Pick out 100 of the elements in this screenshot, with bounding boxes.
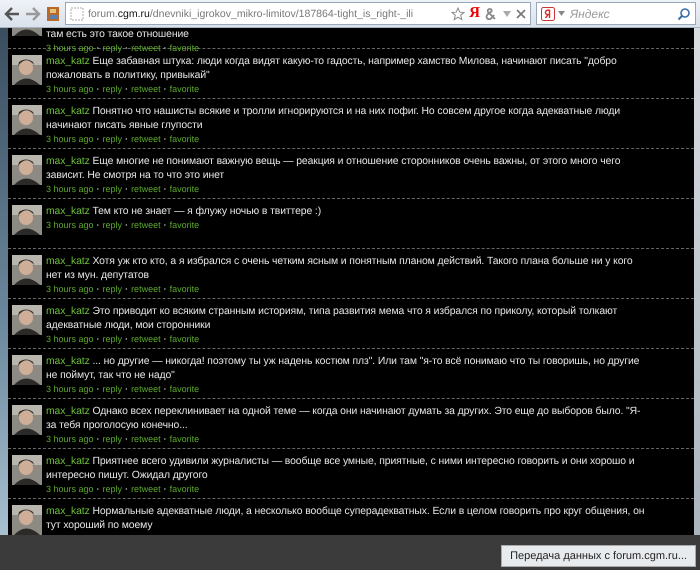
search-icon[interactable] — [677, 6, 691, 20]
avatar — [12, 355, 42, 385]
book-icon[interactable] — [46, 6, 60, 22]
username-link[interactable]: max_katz — [46, 506, 90, 517]
action-link[interactable]: retweet — [131, 484, 161, 494]
timestamp-link[interactable]: 3 hours ago — [46, 184, 94, 194]
separator-dot: · — [164, 220, 167, 230]
avatar — [12, 55, 42, 85]
separator-dot: · — [125, 434, 128, 444]
username-link[interactable]: max_katz — [46, 56, 90, 67]
action-link[interactable]: favorite — [170, 434, 200, 444]
ampersand-icon[interactable] — [484, 6, 498, 20]
separator-dot: · — [96, 220, 100, 230]
avatar — [12, 455, 42, 485]
address-field[interactable]: forum.cgm.ru/dnevniki_igrokov_mikro-limitov/187864-tight_is_right-_ili Я — [65, 2, 531, 25]
action-link[interactable]: reply — [102, 484, 122, 494]
action-link[interactable]: reply — [102, 334, 122, 344]
yandex-logo-icon — [541, 6, 555, 20]
action-link[interactable]: favorite — [170, 134, 200, 144]
username-link[interactable]: max_katz — [46, 106, 90, 117]
separator-dot: · — [125, 220, 128, 230]
separator-dot: · — [96, 84, 100, 94]
tweet-text: max_katz Еще забавная штука: люди когда видят какую-то гадость, например хамство Милова, начинают писать "добро пожаловать в политику, привыкай" — [46, 55, 617, 83]
action-link[interactable]: retweet — [131, 334, 161, 344]
close-icon[interactable] — [516, 8, 526, 18]
separator-dot: · — [125, 384, 128, 394]
action-link[interactable]: reply — [102, 284, 122, 294]
action-link[interactable]: favorite — [170, 484, 200, 494]
action-link[interactable]: reply — [102, 220, 122, 230]
yandex-button[interactable]: Я — [469, 5, 480, 22]
username-link[interactable]: max_katz — [46, 306, 90, 317]
action-link[interactable]: favorite — [170, 43, 200, 53]
tweet-text: max_katz Приятнее всего удивили журналисты — вообще все умные, приятные, с ними интересно говорить и они хорошо и интересно пишут. Ожидал другого — [46, 455, 634, 483]
action-link[interactable]: favorite — [170, 284, 200, 294]
page-icon — [70, 6, 84, 20]
timestamp-link[interactable]: 3 hours ago — [46, 484, 94, 494]
action-link[interactable]: retweet — [131, 284, 161, 294]
action-link[interactable]: retweet — [131, 434, 161, 444]
separator-dot: · — [125, 84, 128, 94]
action-link[interactable]: favorite — [170, 384, 200, 394]
timestamp-link[interactable]: 3 hours ago — [46, 84, 94, 94]
action-link[interactable]: reply — [102, 434, 122, 444]
separator-dot: · — [96, 134, 100, 144]
separator-dot: · — [164, 184, 167, 194]
avatar — [12, 155, 42, 185]
tweet-text: max_katz Еще многие не понимают важную вещь — реакция и отношение сторонников очень важны, от этого много чего зависит. Не смотря на то что это инет — [46, 155, 620, 183]
separator-dot: · — [125, 284, 128, 294]
action-link[interactable]: retweet — [131, 220, 161, 230]
action-link[interactable]: retweet — [131, 134, 161, 144]
separator-dot: · — [164, 284, 167, 294]
username-link[interactable]: max_katz — [46, 206, 90, 217]
action-link[interactable]: retweet — [131, 184, 161, 194]
action-link[interactable]: reply — [102, 184, 122, 194]
avatar — [12, 405, 42, 435]
star-icon[interactable] — [451, 6, 466, 20]
action-link[interactable]: retweet — [131, 384, 161, 394]
tweet-text: max_katz Это приводит ко всяким странным историям, типа развития мема что я избрался по приколу, который толкают адекватные люди, мои сторонники — [46, 305, 618, 333]
timestamp-link[interactable]: 3 hours ago — [46, 334, 94, 344]
username-link[interactable]: max_katz — [46, 256, 90, 267]
timestamp-link[interactable]: 3 hours ago — [46, 43, 94, 53]
action-link[interactable]: favorite — [170, 334, 200, 344]
username-link[interactable]: max_katz — [46, 406, 90, 417]
tweet-text: max_katz ... но другие — никогда! поэтому ты уж надень костюм плз". Или там "я-то всё понимаю что ты говоришь, но другие не поймут, так что не надо" — [46, 355, 640, 383]
avatar — [12, 205, 42, 235]
action-link[interactable]: retweet — [131, 84, 161, 94]
avatar — [12, 105, 42, 135]
separator-dot: · — [125, 184, 128, 194]
separator-dot: · — [125, 134, 128, 144]
action-link[interactable]: favorite — [170, 220, 200, 230]
action-link[interactable]: retweet — [131, 43, 161, 53]
separator-dot: · — [125, 43, 128, 53]
separator-dot: · — [96, 43, 100, 53]
separator-dot: · — [164, 334, 167, 344]
action-link[interactable]: reply — [102, 43, 122, 53]
back-icon[interactable] — [4, 6, 20, 20]
username-link[interactable]: max_katz — [46, 156, 90, 167]
timestamp-link[interactable]: 3 hours ago — [46, 284, 94, 294]
separator-dot: · — [164, 134, 167, 144]
action-link[interactable]: reply — [102, 84, 122, 94]
username-link[interactable]: max_katz — [46, 356, 90, 367]
separator-dot: · — [96, 334, 100, 344]
dropdown-icon[interactable] — [502, 10, 512, 18]
username-link[interactable]: max_katz — [46, 456, 90, 467]
tweet-text: max_katz Понятно что нашисты всякие и тролли игнорируются и на них пофиг. Но совсем другое когда адекватные люди начинают писать явные глупости — [46, 105, 620, 133]
forward-icon[interactable] — [25, 6, 41, 20]
action-link[interactable]: favorite — [170, 84, 200, 94]
timestamp-link[interactable]: 3 hours ago — [46, 134, 94, 144]
separator-dot: · — [164, 84, 167, 94]
action-link[interactable]: reply — [102, 384, 122, 394]
avatar — [12, 505, 42, 535]
timestamp-link[interactable]: 3 hours ago — [46, 384, 94, 394]
tweet-text: там есть это такое отношение — [46, 28, 190, 42]
separator-dot: · — [164, 434, 167, 444]
action-link[interactable]: favorite — [170, 184, 200, 194]
tweet-text: max_katz Однако всех переклинивает на одной теме — когда они начинают думать за других. Это еще до выборов было. "Я- за тебя проголосую конечно... — [46, 405, 640, 433]
dropdown-icon[interactable] — [558, 11, 565, 16]
action-link[interactable]: reply — [102, 134, 122, 144]
timestamp-link[interactable]: 3 hours ago — [46, 220, 94, 230]
status-tooltip: Передача данных с forum.cgm.ru... — [501, 545, 696, 567]
timestamp-link[interactable]: 3 hours ago — [46, 434, 94, 444]
